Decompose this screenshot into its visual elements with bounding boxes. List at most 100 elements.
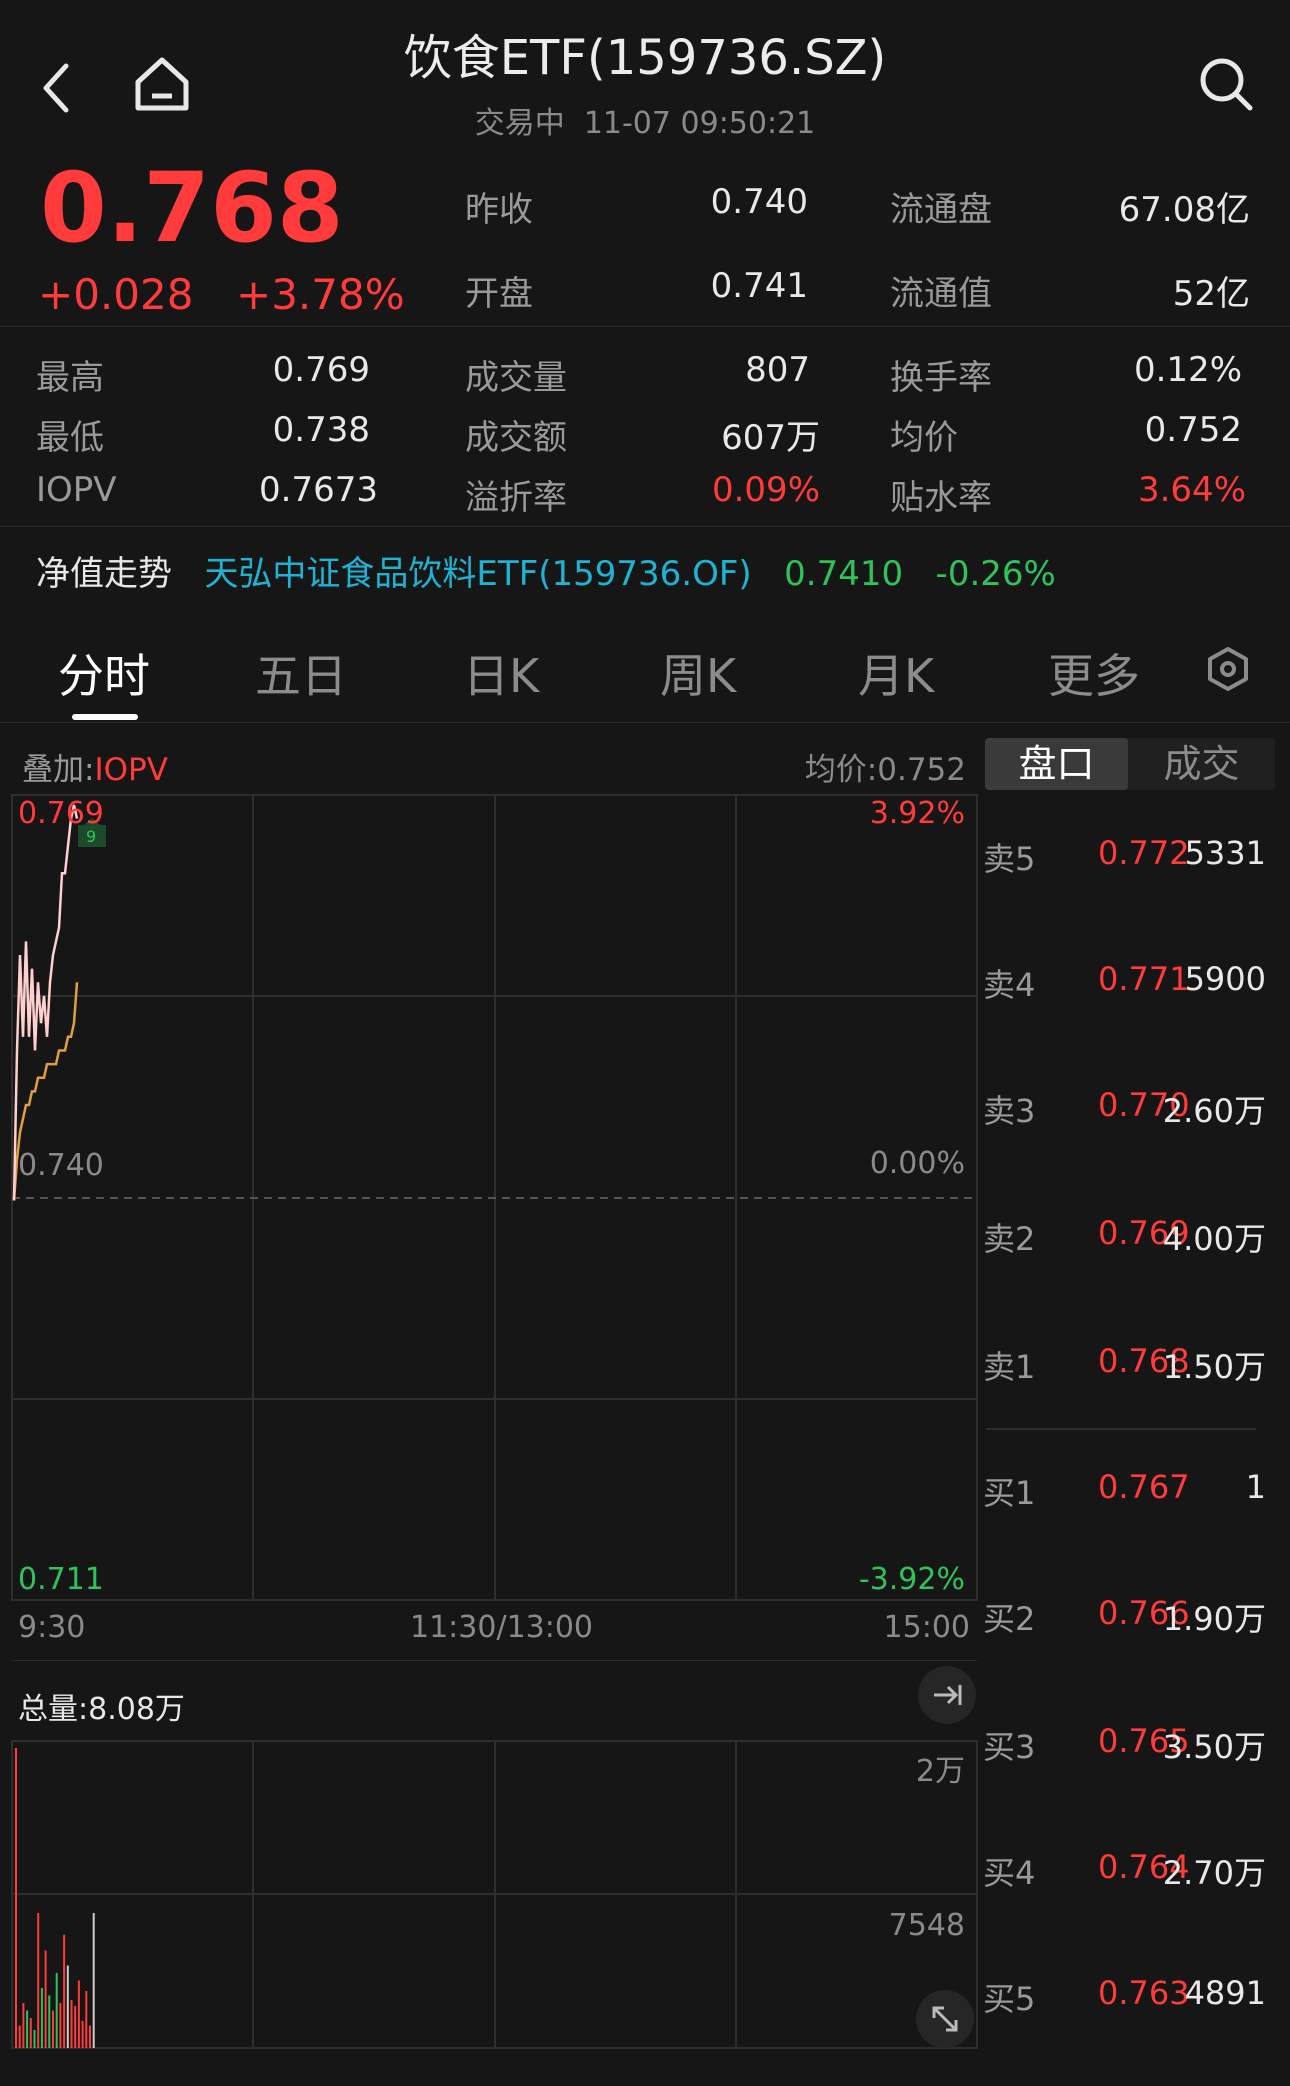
orderbook-level-label: 卖4 (983, 966, 1036, 1004)
settings-hex-icon[interactable] (1204, 645, 1252, 693)
volume-bar (37, 1913, 40, 2048)
stat-label: 贴水率 (890, 478, 992, 518)
stat-label: 流通值 (890, 274, 992, 314)
stat-label: 昨收 (465, 190, 533, 230)
price-change-pct: +3.78% (236, 270, 405, 319)
divider (12, 1660, 977, 1661)
price-change: +0.028 (38, 270, 194, 319)
orderbook-level-label: 卖1 (983, 1348, 1036, 1386)
orderbook-level-label: 卖2 (983, 1220, 1036, 1258)
nav-label: 净值走势 (36, 554, 172, 594)
volume-bar (85, 1991, 88, 2048)
expand-chart-icon[interactable] (916, 1990, 974, 2048)
ask-row[interactable]: 卖3 0.770 2.60万 (980, 1086, 1280, 1130)
stat-label: 最低 (36, 418, 104, 458)
home-icon[interactable] (132, 54, 192, 114)
orderbook-volume: 5331 (1184, 834, 1266, 872)
nav-fund-link[interactable]: 天弘中证食品饮料ETF(159736.OF) (204, 554, 751, 594)
stat-value: 67.08亿 (1118, 190, 1250, 230)
stat-label: 流通盘 (890, 190, 992, 230)
pct-axis-bottom: -3.92% (858, 1562, 965, 1597)
search-icon[interactable] (1196, 54, 1256, 114)
pct-axis-top: 3.92% (869, 796, 965, 831)
stat-label: 开盘 (465, 274, 533, 314)
stat-label: 成交量 (465, 358, 567, 398)
volume-bar (66, 1965, 69, 2048)
stat-value: 607万 (721, 418, 820, 458)
ask-row[interactable]: 卖5 0.772 5331 (980, 834, 1280, 878)
tab-weekly-k[interactable]: 周K (660, 640, 736, 706)
volume-bar (22, 2003, 25, 2048)
bid-row[interactable]: 买5 0.763 4891 (980, 1974, 1280, 2018)
orderbook-level-label: 买1 (983, 1474, 1036, 1512)
current-price: 0.768 (40, 152, 344, 264)
stat-label: 最高 (36, 358, 104, 398)
bid-row[interactable]: 买4 0.764 2.70万 (980, 1848, 1280, 1892)
bid-row[interactable]: 买1 0.767 1 (980, 1468, 1280, 1512)
volume-bar (74, 2006, 77, 2048)
nav-row[interactable]: 净值走势 天弘中证食品饮料ETF(159736.OF) 0.7410 -0.26… (36, 546, 1256, 596)
volume-bar (15, 1748, 17, 2048)
status-text: 交易中 (474, 106, 565, 141)
stat-label: 溢折率 (465, 478, 567, 518)
price-line (12, 804, 79, 1201)
orderbook-volume: 1.50万 (1162, 1348, 1266, 1386)
tab-trades[interactable]: 成交 (1130, 738, 1273, 790)
tab-active-indicator (72, 714, 138, 720)
stat-value: 0.741 (710, 266, 808, 306)
x-axis-end: 15:00 (883, 1610, 970, 1645)
tab-five-day[interactable]: 五日 (255, 640, 347, 706)
ask-row[interactable]: 卖2 0.769 4.00万 (980, 1214, 1280, 1258)
tab-monthly-k[interactable]: 月K (858, 640, 934, 706)
bid-row[interactable]: 买3 0.765 3.50万 (980, 1722, 1280, 1766)
orderbook-divider (986, 1428, 1256, 1430)
orderbook-price: 0.772 (1098, 834, 1190, 872)
back-icon[interactable] (38, 58, 78, 118)
tab-orderbook[interactable]: 盘口 (985, 738, 1128, 790)
volume-bar (26, 2010, 29, 2048)
orderbook-volume: 1.90万 (1162, 1600, 1266, 1638)
y-axis-mid: 0.740 (18, 1148, 104, 1183)
divider (0, 326, 1290, 327)
orderbook-price: 0.771 (1098, 960, 1190, 998)
collapse-panel-icon[interactable] (918, 1666, 976, 1724)
stat-value: 0.09% (711, 470, 820, 510)
stat-label: IOPV (36, 470, 117, 510)
volume-bar (81, 2021, 84, 2048)
stat-value: 0.769 (272, 350, 370, 390)
volume-bars (15, 1748, 95, 2048)
overlay-value: IOPV (94, 752, 168, 788)
tab-more[interactable]: 更多 (1048, 640, 1140, 706)
bid-row[interactable]: 买2 0.766 1.90万 (980, 1594, 1280, 1638)
total-volume: 总量:8.08万 (18, 1692, 185, 1727)
orderbook-level-label: 卖3 (983, 1092, 1036, 1130)
vol-axis-top: 2万 (915, 1754, 965, 1789)
ask-row[interactable]: 卖1 0.768 1.50万 (980, 1342, 1280, 1386)
pct-axis-mid: 0.00% (869, 1146, 965, 1181)
volume-bar (77, 1980, 80, 2048)
volume-bar (40, 1988, 43, 2048)
tab-intraday[interactable]: 分时 (58, 640, 150, 706)
nav-change: -0.26% (935, 554, 1056, 594)
stat-label: 成交额 (465, 418, 567, 458)
nav-value: 0.7410 (784, 554, 904, 594)
orderbook-price: 0.767 (1098, 1468, 1190, 1506)
divider (0, 722, 1290, 723)
tab-daily-k[interactable]: 日K (463, 640, 539, 706)
ask-row[interactable]: 卖4 0.771 5900 (980, 960, 1280, 1004)
avg-price-label: 均价:0.752 (804, 752, 966, 788)
stat-value: 807 (745, 350, 810, 390)
price-chart[interactable]: 9 (0, 790, 980, 1640)
orderbook-volume: 2.70万 (1162, 1854, 1266, 1892)
overlay-label[interactable]: 叠加:IOPV (22, 744, 168, 789)
chart-grid (11, 794, 978, 1601)
stat-value: 52亿 (1172, 274, 1250, 314)
volume-bar (48, 1995, 51, 2048)
volume-bar (55, 1973, 58, 2048)
orderbook-level-label: 买2 (983, 1600, 1036, 1638)
y-axis-bottom: 0.711 (18, 1562, 104, 1597)
orderbook-volume: 2.60万 (1162, 1092, 1266, 1130)
stat-value: 0.738 (272, 410, 370, 450)
stat-value: 0.12% (1133, 350, 1242, 390)
stat-value: 0.740 (710, 182, 808, 222)
